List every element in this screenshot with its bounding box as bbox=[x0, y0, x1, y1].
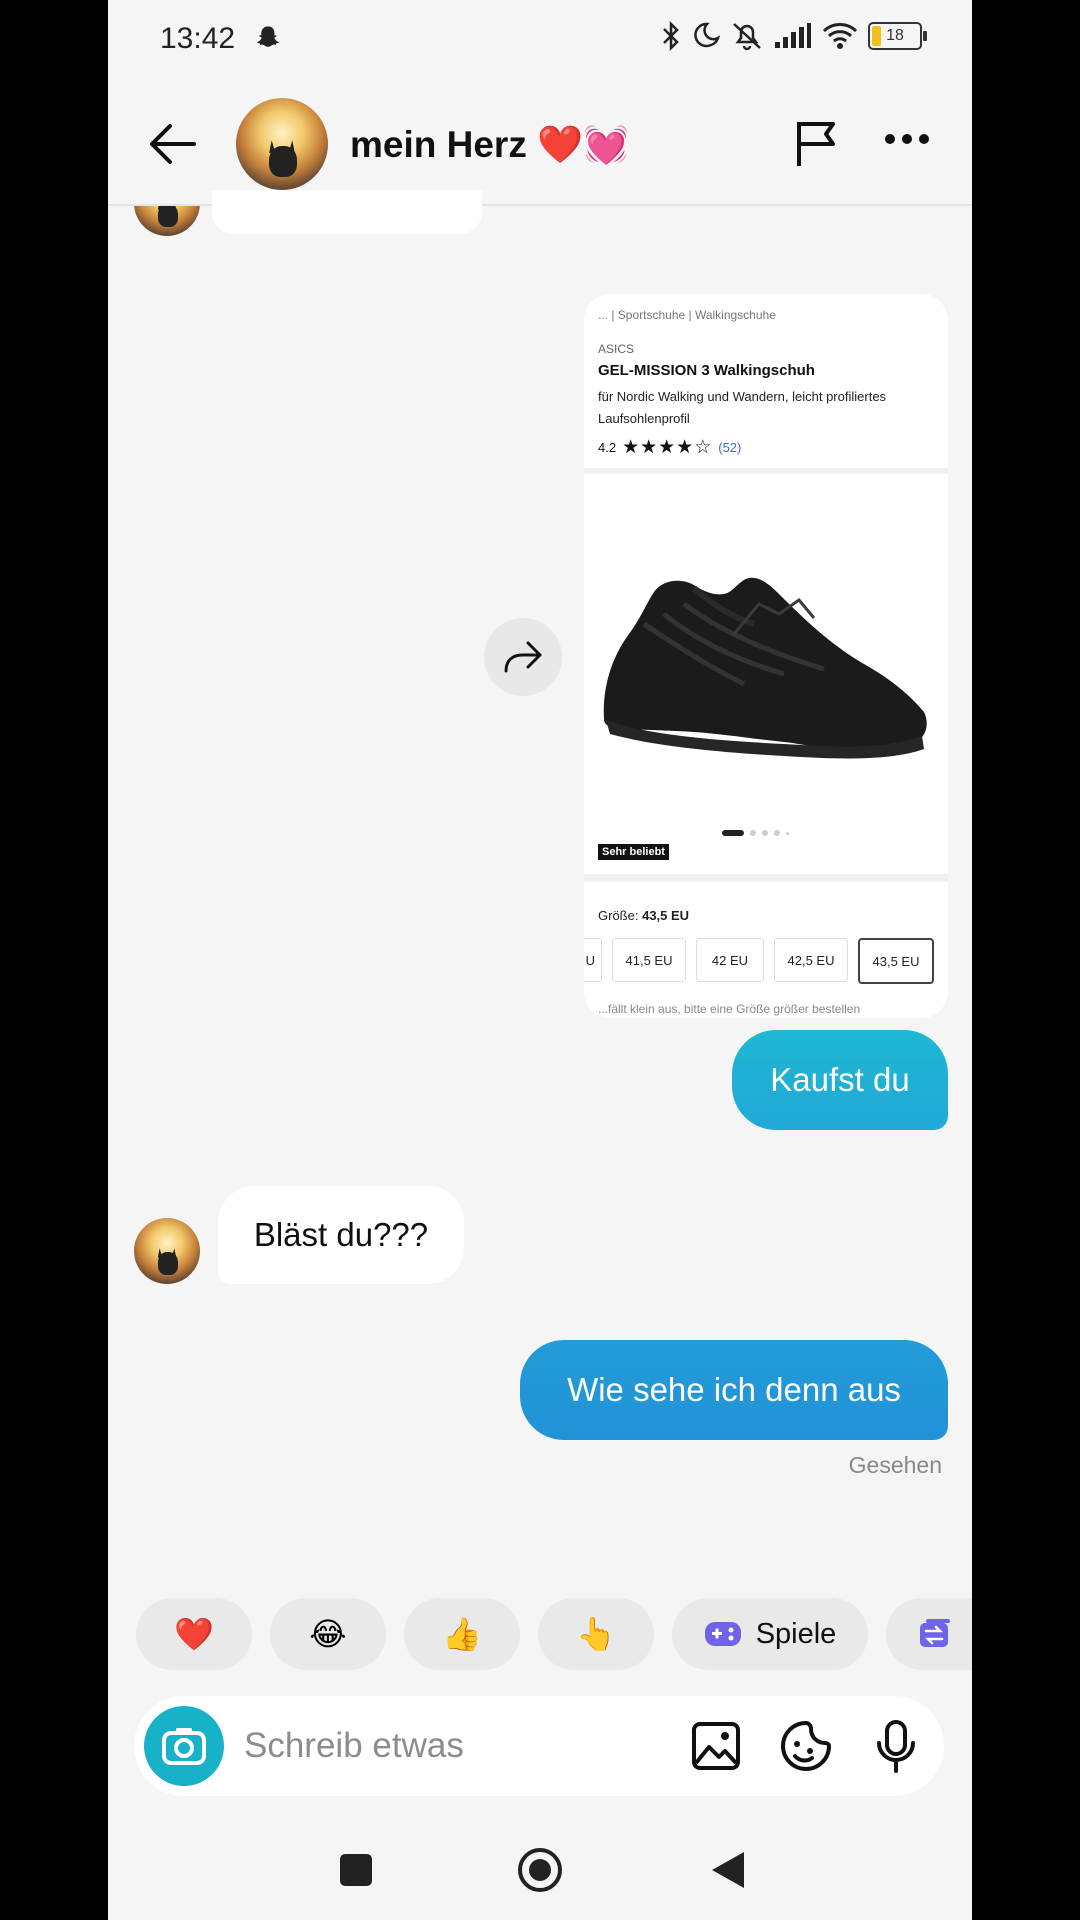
product-rating: 4.2 ★★★★☆ (52) bbox=[598, 436, 741, 459]
popular-badge: Sehr beliebt bbox=[598, 844, 669, 860]
camera-icon bbox=[162, 1728, 206, 1765]
moon-icon bbox=[694, 22, 720, 48]
message-outgoing[interactable]: Kaufst du bbox=[732, 1030, 948, 1130]
battery-level: 18 bbox=[886, 27, 904, 44]
rating-value: 4.2 bbox=[598, 440, 617, 455]
contact-avatar-small bbox=[134, 1218, 200, 1284]
size-option[interactable]: 41,5 EU bbox=[612, 938, 686, 982]
size-selected: 43,5 EU bbox=[642, 908, 690, 923]
product-image-area: Sehr beliebt bbox=[584, 474, 948, 874]
reaction-laugh[interactable]: 😂 bbox=[270, 1598, 386, 1670]
message-bubble-partial bbox=[212, 190, 482, 234]
flag-icon[interactable] bbox=[794, 118, 840, 173]
back-nav-icon[interactable] bbox=[702, 1844, 754, 1896]
more-actions-button[interactable] bbox=[886, 1598, 972, 1670]
reaction-point-up[interactable]: 👆 bbox=[538, 1598, 654, 1670]
review-count: (52) bbox=[718, 440, 742, 455]
product-info: ... | Sportschuhe | Walkingschuhe ASICS … bbox=[584, 294, 948, 468]
chat-screen: 13:42 18 mein Herz ❤️💓 ... | Sportschuhe… bbox=[108, 0, 972, 1920]
battery-icon: 18 bbox=[868, 22, 927, 50]
status-icons: 18 bbox=[660, 20, 927, 52]
sticker-icon[interactable] bbox=[780, 1720, 832, 1772]
home-icon[interactable] bbox=[514, 1844, 566, 1896]
status-bar: 13:42 18 bbox=[108, 0, 972, 78]
seen-status: Gesehen bbox=[848, 1452, 942, 1478]
system-nav-bar bbox=[108, 1820, 972, 1920]
gallery-icon[interactable] bbox=[690, 1720, 742, 1772]
signal-icon bbox=[775, 23, 811, 48]
message-input[interactable]: Schreib etwas bbox=[244, 1726, 464, 1766]
snapchat-icon bbox=[254, 24, 282, 57]
rating-stars: ★★★★☆ bbox=[622, 437, 713, 458]
recents-icon[interactable] bbox=[330, 1844, 382, 1896]
cards-icon bbox=[920, 1619, 950, 1647]
more-icon[interactable] bbox=[884, 132, 930, 150]
camera-button[interactable] bbox=[144, 1706, 224, 1786]
size-selector: Größe: 43,5 EU U 41,5 EU 42 EU 42,5 EU 4… bbox=[584, 882, 948, 1018]
bluetooth-icon bbox=[663, 21, 679, 51]
games-label: Spiele bbox=[755, 1617, 837, 1650]
message-input-bar: Schreib etwas bbox=[134, 1696, 944, 1796]
product-name: GEL-MISSION 3 Walkingschuh bbox=[598, 362, 815, 379]
reaction-heart[interactable]: ❤️ bbox=[136, 1598, 252, 1670]
back-arrow-icon[interactable] bbox=[146, 120, 198, 168]
games-button[interactable]: Spiele bbox=[672, 1598, 868, 1670]
shoe-image bbox=[603, 577, 927, 759]
size-note: ...fällt klein aus, bitte eine Größe grö… bbox=[598, 1002, 861, 1016]
size-option[interactable]: 42,5 EU bbox=[774, 938, 848, 982]
shared-product-card[interactable]: ... | Sportschuhe | Walkingschuhe ASICS … bbox=[584, 294, 948, 1018]
mute-icon bbox=[733, 23, 761, 51]
size-label: Größe: 43,5 EU bbox=[598, 908, 689, 923]
status-time: 13:42 bbox=[160, 22, 236, 55]
reaction-thumbs-up[interactable]: 👍 bbox=[404, 1598, 520, 1670]
product-brand: ASICS bbox=[598, 342, 635, 356]
size-label-text: Größe: bbox=[598, 908, 639, 923]
message-outgoing[interactable]: Wie sehe ich denn aus bbox=[520, 1340, 948, 1440]
quick-reactions: ❤️ 😂 👍 👆 Spiele bbox=[136, 1598, 972, 1670]
size-option[interactable]: 42 EU bbox=[696, 938, 764, 982]
wifi-icon bbox=[822, 23, 858, 49]
contact-avatar[interactable] bbox=[236, 98, 328, 190]
gamepad-icon bbox=[704, 1622, 741, 1646]
chat-header: mein Herz ❤️💓 bbox=[108, 80, 972, 206]
size-options: U 41,5 EU 42 EU 42,5 EU 43,5 EU bbox=[584, 938, 934, 984]
size-option[interactable]: U bbox=[584, 938, 602, 982]
microphone-icon[interactable] bbox=[870, 1720, 922, 1773]
chat-title[interactable]: mein Herz ❤️💓 bbox=[350, 124, 629, 167]
product-description: für Nordic Walking und Wandern, leicht p… bbox=[598, 389, 887, 426]
breadcrumb: ... | Sportschuhe | Walkingschuhe bbox=[598, 308, 776, 322]
forward-share-icon[interactable] bbox=[484, 618, 562, 696]
message-incoming[interactable]: Bläst du??? bbox=[218, 1186, 464, 1284]
image-carousel-dots[interactable] bbox=[722, 830, 789, 836]
size-option-selected[interactable]: 43,5 EU bbox=[858, 938, 934, 984]
